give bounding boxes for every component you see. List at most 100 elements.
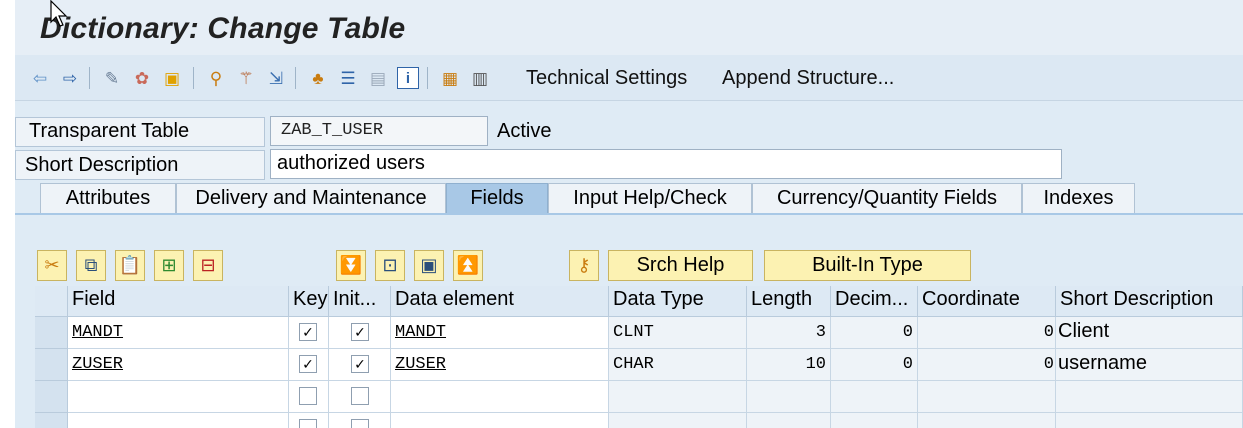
column-header-short-description[interactable]: Short Description [1056, 286, 1243, 317]
short-description-label: Short Description [25, 154, 179, 176]
mouse-cursor-icon [50, 0, 68, 27]
decimals-cell [831, 413, 918, 428]
sap-window: Dictionary: Change Table ⇦ ⇨ ✎ ✿ ▣ ⚲ ⚚ ⇲… [15, 0, 1243, 428]
column-header-init[interactable]: Init... [329, 286, 391, 317]
decimals-cell [831, 381, 918, 413]
deselect-icon[interactable]: ▣ [414, 250, 444, 281]
delete-row-icon[interactable]: ⊟ [193, 250, 223, 281]
magic-wand-icon[interactable]: ⚚ [235, 67, 257, 89]
data-type-cell [609, 413, 747, 428]
data-element-cell[interactable] [391, 413, 609, 428]
field-name-cell[interactable]: MANDT [68, 317, 289, 349]
srch-help-button[interactable]: Srch Help [608, 250, 753, 281]
select-all-corner[interactable] [35, 286, 68, 317]
hierarchy-icon[interactable]: ♣ [307, 67, 329, 89]
tab-delivery-maintenance[interactable]: Delivery and Maintenance [176, 183, 446, 215]
field-name-cell[interactable] [68, 413, 289, 428]
window-icon[interactable]: ▤ [367, 67, 389, 89]
key-checkbox[interactable]: ✓ [299, 355, 317, 373]
other-object-icon[interactable]: ✿ [131, 67, 153, 89]
info-icon[interactable]: i [397, 67, 419, 89]
back-icon[interactable]: ⇦ [29, 67, 51, 89]
coordinate-cell: 0 [918, 317, 1056, 349]
scroll-down-icon[interactable]: ⏬ [336, 250, 366, 281]
tab-fields[interactable]: Fields [446, 183, 548, 215]
structure-icon[interactable]: ▦ [439, 67, 461, 89]
row-selector[interactable] [35, 381, 68, 413]
table-type-label: Transparent Table [29, 120, 190, 142]
table-name-field: ZAB_T_USER [270, 116, 488, 146]
append-structure-button[interactable]: Append Structure... [722, 67, 894, 90]
forward-icon[interactable]: ⇨ [59, 67, 81, 89]
display-change-icon[interactable]: ✎ [101, 67, 123, 89]
fields-table: Field Key Init... Data element Data Type… [35, 286, 1243, 428]
tab-indexes[interactable]: Indexes [1022, 183, 1135, 215]
technical-settings-button[interactable]: Technical Settings [526, 67, 687, 90]
row-selector[interactable] [35, 317, 68, 349]
field-name-cell[interactable] [68, 381, 289, 413]
data-element-cell[interactable]: MANDT [391, 317, 609, 349]
column-header-key[interactable]: Key [289, 286, 329, 317]
column-header-field[interactable]: Field [68, 286, 289, 317]
init-checkbox[interactable] [351, 419, 369, 428]
column-header-coordinate[interactable]: Coordinate [918, 286, 1056, 317]
data-element-cell[interactable]: ZUSER [391, 349, 609, 381]
init-checkbox[interactable]: ✓ [351, 355, 369, 373]
paste-icon[interactable]: 📋 [115, 250, 145, 281]
activate-icon[interactable]: ▣ [161, 67, 183, 89]
tab-strip-underline [15, 213, 1243, 215]
column-header-decimals[interactable]: Decim... [831, 286, 918, 317]
data-type-cell: CLNT [609, 317, 747, 349]
short-description-input[interactable]: authorized users [270, 149, 1062, 179]
key-help-icon[interactable]: ⚷ [569, 250, 599, 281]
column-header-length[interactable]: Length [747, 286, 831, 317]
column-header-data-element[interactable]: Data element [391, 286, 609, 317]
insert-row-icon[interactable]: ⊞ [154, 250, 184, 281]
short-description-cell [1056, 381, 1243, 413]
toolbar-separator [193, 67, 194, 89]
init-cell [329, 413, 391, 428]
tab-input-help-check[interactable]: Input Help/Check [548, 183, 752, 215]
row-selector[interactable] [35, 413, 68, 428]
field-name-cell[interactable]: ZUSER [68, 349, 289, 381]
tab-attributes[interactable]: Attributes [40, 183, 176, 215]
length-cell [747, 381, 831, 413]
init-checkbox[interactable] [351, 387, 369, 405]
key-cell: ✓ [289, 317, 329, 349]
copy-icon[interactable]: ⧉ [76, 250, 106, 281]
coordinate-cell [918, 413, 1056, 428]
init-cell: ✓ [329, 349, 391, 381]
short-description-cell [1056, 413, 1243, 428]
length-cell: 10 [747, 349, 831, 381]
navigate-icon[interactable]: ⇲ [265, 67, 287, 89]
window-title: Dictionary: Change Table [40, 12, 406, 45]
data-type-cell: CHAR [609, 349, 747, 381]
data-type-cell [609, 381, 747, 413]
coordinate-cell [918, 381, 1056, 413]
select-block-icon[interactable]: ⊡ [375, 250, 405, 281]
table-status: Active [497, 120, 552, 142]
toolbar-separator [295, 67, 296, 89]
key-checkbox[interactable] [299, 419, 317, 428]
init-cell [329, 381, 391, 413]
init-checkbox[interactable]: ✓ [351, 323, 369, 341]
toolbar-separator [89, 67, 90, 89]
tab-strip: Attributes Delivery and Maintenance Fiel… [15, 183, 1243, 215]
scroll-up-icon[interactable]: ⏫ [453, 250, 483, 281]
toolbar-separator [427, 67, 428, 89]
object-list-icon[interactable]: ☰ [337, 67, 359, 89]
length-cell: 3 [747, 317, 831, 349]
column-header-data-type[interactable]: Data Type [609, 286, 747, 317]
check-icon[interactable]: ⚲ [205, 67, 227, 89]
built-in-type-button[interactable]: Built-In Type [764, 250, 971, 281]
key-checkbox[interactable]: ✓ [299, 323, 317, 341]
short-description-cell: username [1056, 349, 1243, 381]
key-cell [289, 381, 329, 413]
data-element-cell[interactable] [391, 381, 609, 413]
title-bar: Dictionary: Change Table [15, 0, 1243, 55]
cut-icon[interactable]: ✂ [37, 250, 67, 281]
row-selector[interactable] [35, 349, 68, 381]
key-checkbox[interactable] [299, 387, 317, 405]
tab-currency-quantity-fields[interactable]: Currency/Quantity Fields [752, 183, 1022, 215]
columns-icon[interactable]: ▥ [469, 67, 491, 89]
